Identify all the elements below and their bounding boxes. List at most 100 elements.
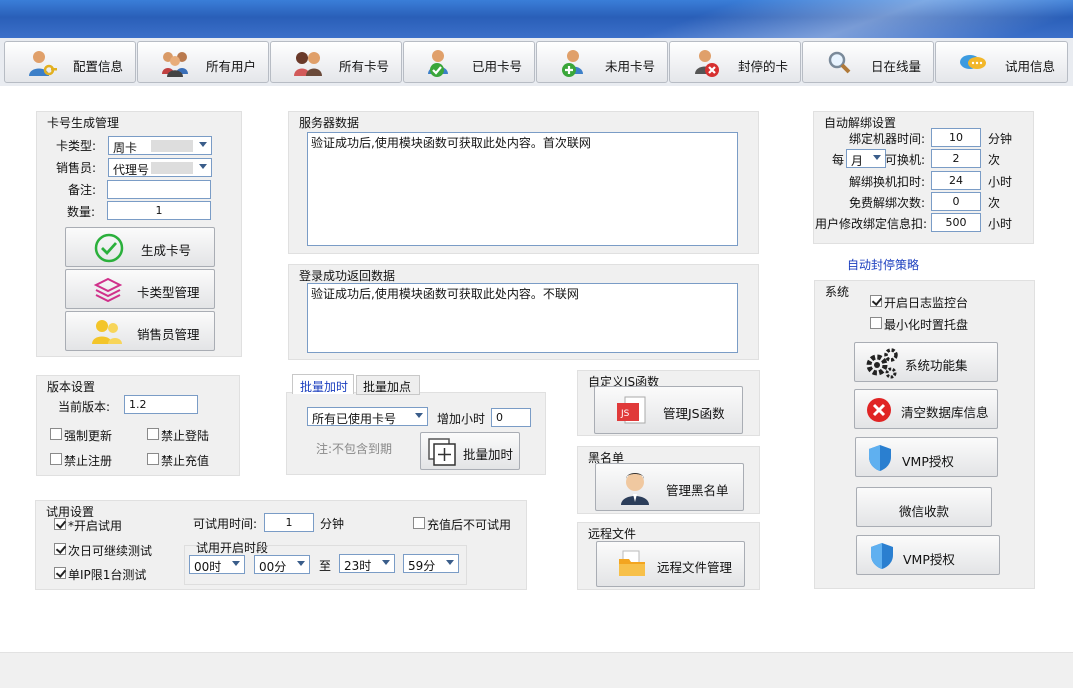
chat-bubbles-icon xyxy=(960,55,986,69)
js-file-icon: JS xyxy=(617,396,646,424)
chevron-down-icon xyxy=(199,164,207,169)
version-title: 版本设置 xyxy=(47,380,96,394)
note-input[interactable] xyxy=(107,180,211,199)
toolbar-online-button[interactable]: 日在线量 xyxy=(802,41,934,83)
toolbar-config-button[interactable]: 配置信息 xyxy=(4,41,136,83)
change-count-unit: 次 xyxy=(988,153,1001,167)
remote-files-title: 远程文件 xyxy=(588,527,637,541)
generate-cards-button[interactable]: 生成卡号 xyxy=(65,227,215,267)
ban-register-label: 禁止注册 xyxy=(64,454,113,468)
no-trial-after-recharge-checkbox[interactable] xyxy=(413,517,425,529)
svg-text:JS: JS xyxy=(620,409,630,419)
window-titlebar xyxy=(0,0,1073,38)
toolbar-cards-button[interactable]: 所有卡号 xyxy=(270,41,402,83)
login-data-title: 登录成功返回数据 xyxy=(299,269,396,283)
enable-trial-label: *开启试用 xyxy=(68,519,123,533)
toolbar-trial-button[interactable]: 试用信息 xyxy=(935,41,1068,83)
unbind-deduct-input[interactable]: 24 xyxy=(931,171,981,190)
toolbar-unused-button[interactable]: 未用卡号 xyxy=(536,41,668,83)
minimize-tray-checkbox[interactable] xyxy=(870,317,882,329)
free-unbind-unit: 次 xyxy=(988,196,1001,210)
chevron-down-icon xyxy=(446,560,454,565)
toolbar-banned-button[interactable]: 封停的卡 xyxy=(669,41,801,83)
remote-files-button[interactable]: 远程文件管理 xyxy=(596,541,745,587)
auto-unbind-title: 自动解绑设置 xyxy=(824,116,897,130)
clear-database-button[interactable]: 清空数据库信息 xyxy=(854,389,998,429)
enable-trial-checkbox[interactable] xyxy=(54,518,66,530)
free-unbind-label: 免费解绑次数: xyxy=(849,196,926,210)
main-toolbar: 配置信息 所有用户 所有卡号 已用卡号 未用卡号 封停的卡 日在线量 试用信息 xyxy=(0,38,1073,86)
unbind-deduct-unit: 小时 xyxy=(988,175,1013,189)
trial-from-minute-select[interactable]: 00分 xyxy=(254,555,310,574)
single-ip-label: 单IP限1台测试 xyxy=(68,568,147,582)
log-console-label: 开启日志监控台 xyxy=(884,296,969,310)
login-data-textarea[interactable]: 验证成功后,使用模块函数可获取此处内容。不联网 xyxy=(307,283,738,353)
user-add-icon xyxy=(562,50,583,77)
bind-time-unit: 分钟 xyxy=(988,132,1013,146)
batch-hours-input[interactable]: 0 xyxy=(491,408,531,427)
card-type-label: 卡类型: xyxy=(56,139,97,153)
ban-register-checkbox[interactable] xyxy=(50,453,62,465)
log-console-checkbox[interactable] xyxy=(870,295,882,307)
chevron-down-icon xyxy=(199,142,207,147)
ban-recharge-label: 禁止充值 xyxy=(161,454,210,468)
modify-bind-input[interactable]: 500 xyxy=(931,213,981,232)
auto-ban-policy-link[interactable]: 自动封停策略 xyxy=(847,256,919,273)
vmp-license-button-2[interactable]: VMP授权 xyxy=(856,535,1000,575)
wechat-payment-button[interactable]: 微信收款 xyxy=(856,487,992,527)
trial-to-minute-select[interactable]: 59分 xyxy=(403,554,459,573)
every-period-select[interactable]: 月 xyxy=(846,149,886,168)
vmp-license-button[interactable]: VMP授权 xyxy=(855,437,998,477)
tab-batch-points[interactable]: 批量加点 xyxy=(356,375,420,395)
toolbar-config-label: 配置信息 xyxy=(72,59,123,74)
current-version-label: 当前版本: xyxy=(58,400,111,414)
batch-add-time-button[interactable]: 批量加时 xyxy=(420,432,520,470)
toolbar-used-button[interactable]: 已用卡号 xyxy=(403,41,535,83)
free-unbind-input[interactable]: 0 xyxy=(931,192,981,211)
change-count-input[interactable]: 2 xyxy=(931,149,981,168)
next-day-trial-checkbox[interactable] xyxy=(54,543,66,555)
single-ip-checkbox[interactable] xyxy=(54,567,66,579)
toolbar-cards-label: 所有卡号 xyxy=(338,59,389,74)
unbind-deduct-label: 解绑换机扣时: xyxy=(849,175,926,189)
card-type-manage-button[interactable]: 卡类型管理 xyxy=(65,269,215,309)
manage-blacklist-button[interactable]: 管理黑名单 xyxy=(595,463,744,511)
chevron-down-icon xyxy=(382,560,390,565)
server-data-title: 服务器数据 xyxy=(299,116,360,130)
wechat-payment-label: 微信收款 xyxy=(899,504,950,519)
tab-batch-time[interactable]: 批量加时 xyxy=(292,374,354,394)
next-day-trial-label: 次日可继续测试 xyxy=(68,544,153,558)
modify-bind-unit: 小时 xyxy=(988,217,1013,231)
server-data-textarea[interactable]: 验证成功后,使用模块函数可获取此处内容。首次联网 xyxy=(307,132,738,246)
toolbar-used-label: 已用卡号 xyxy=(471,59,522,74)
gears-icon xyxy=(866,348,898,379)
current-version-input[interactable]: 1.2 xyxy=(124,395,198,414)
ban-login-checkbox[interactable] xyxy=(147,428,159,440)
bind-time-input[interactable]: 10 xyxy=(931,128,981,147)
toolbar-users-button[interactable]: 所有用户 xyxy=(137,41,269,83)
remote-files-label: 远程文件管理 xyxy=(657,560,733,575)
seller-manage-button[interactable]: 销售员管理 xyxy=(65,311,215,351)
toolbar-banned-label: 封停的卡 xyxy=(737,59,788,74)
trial-to-hour-select[interactable]: 23时 xyxy=(339,554,395,573)
folder-icon xyxy=(619,550,645,576)
toolbar-unused-label: 未用卡号 xyxy=(604,59,655,74)
trial-period-label: 试用开启时段 xyxy=(196,539,269,556)
layers-icon xyxy=(93,277,123,303)
system-functions-button[interactable]: 系统功能集 xyxy=(854,342,998,382)
user-avatar-icon xyxy=(621,473,649,505)
manage-js-button[interactable]: JS 管理JS函数 xyxy=(594,386,743,434)
shield-icon xyxy=(871,543,893,569)
seller-select[interactable]: 代理号 xyxy=(108,158,212,177)
trial-time-label: 可试用时间: xyxy=(193,517,258,531)
vmp-license-label: VMP授权 xyxy=(902,454,954,469)
users-pair-icon xyxy=(294,52,322,76)
batch-card-select[interactable]: 所有已使用卡号 xyxy=(307,407,428,426)
quantity-input[interactable]: 1 xyxy=(107,201,211,220)
toolbar-online-label: 日在线量 xyxy=(870,59,921,74)
force-update-checkbox[interactable] xyxy=(50,428,62,440)
ban-recharge-checkbox[interactable] xyxy=(147,453,159,465)
card-type-select[interactable]: 周卡 xyxy=(108,136,212,155)
trial-from-hour-select[interactable]: 00时 xyxy=(189,555,245,574)
trial-time-input[interactable]: 1 xyxy=(264,513,314,532)
